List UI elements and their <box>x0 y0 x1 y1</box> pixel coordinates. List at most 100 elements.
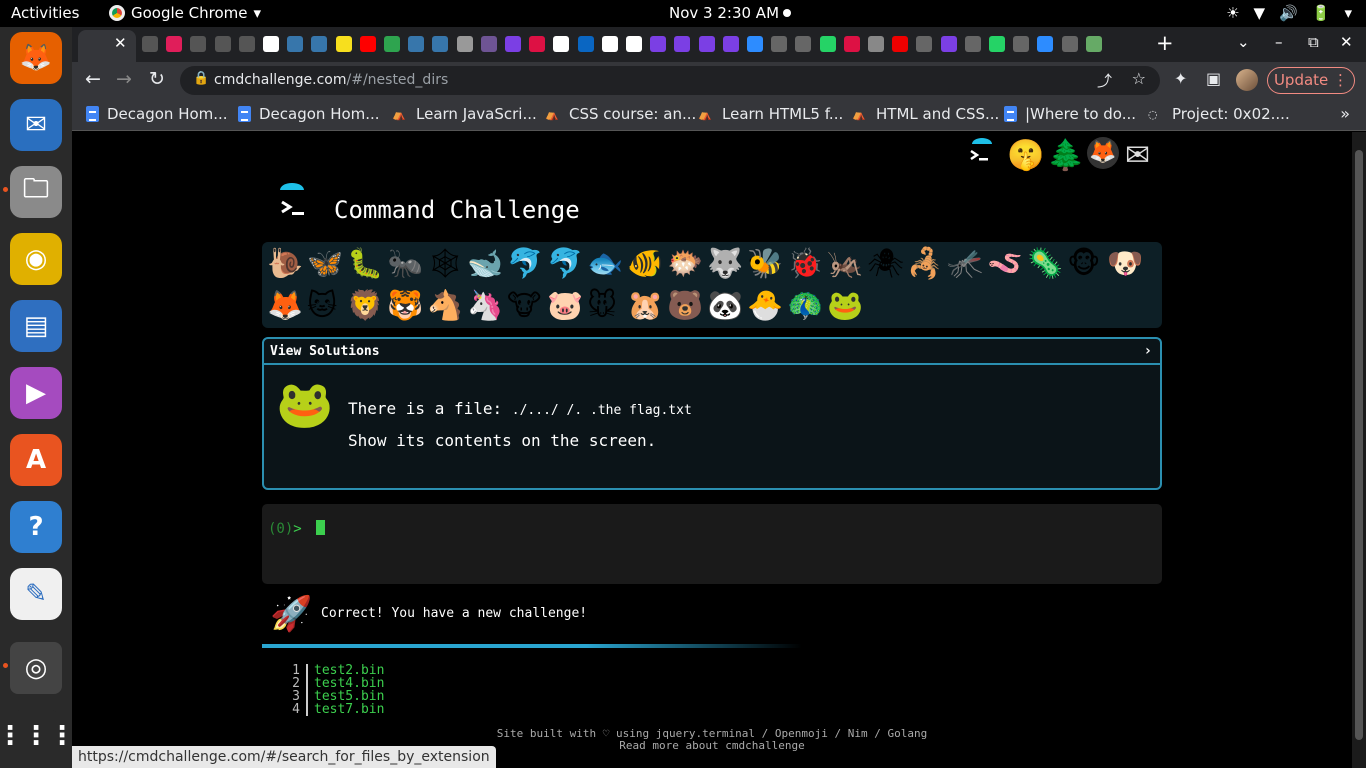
new-tab-button[interactable]: + <box>1156 31 1174 55</box>
challenge-emoji-icon[interactable]: 🦂 <box>907 247 943 279</box>
tab-favicon[interactable] <box>335 36 352 52</box>
tree-icon[interactable]: 🌲 <box>1047 138 1084 173</box>
forward-button[interactable]: → <box>116 68 132 90</box>
bookmark-item[interactable]: Decagon Hom... <box>238 105 380 123</box>
tab-favicon[interactable] <box>843 36 860 52</box>
challenge-emoji-icon[interactable]: 🦁 <box>347 289 383 321</box>
scrollbar[interactable] <box>1352 132 1366 768</box>
gitlab-icon[interactable]: 🦊 <box>1087 137 1119 169</box>
mail-icon[interactable]: ✉ <box>1125 138 1150 173</box>
address-bar[interactable]: 🔒 cmdchallenge.com/#/nested_dirs ⤴ ☆ <box>180 66 1160 95</box>
bookmark-item[interactable]: ⛺ Learn JavaScri... <box>392 105 537 123</box>
lock-icon[interactable]: 🔒 <box>193 71 209 86</box>
tab-favicon[interactable] <box>722 36 739 52</box>
tab-favicon[interactable] <box>1013 36 1030 52</box>
challenge-emoji-icon[interactable]: 🐱 <box>307 289 337 321</box>
dock-app-grid-icon[interactable]: ⋮⋮⋮ <box>0 710 75 762</box>
share-icon[interactable]: ⤴ <box>1097 70 1112 91</box>
tab-favicon[interactable] <box>287 36 304 52</box>
dock-help-icon[interactable]: ? <box>10 501 62 553</box>
read-more-link[interactable]: Read more about cmdchallenge <box>412 740 1012 752</box>
bookmark-item[interactable]: ⛺ Learn HTML5 f... <box>698 105 843 123</box>
dock-thunderbird-icon[interactable]: ✉ <box>10 99 62 151</box>
tab-favicon[interactable] <box>263 36 279 52</box>
tab-favicon[interactable] <box>868 36 884 52</box>
reload-button[interactable]: ↻ <box>149 68 165 90</box>
challenge-emoji-icon[interactable]: 🦚 <box>787 289 823 321</box>
tab-favicon[interactable] <box>819 36 836 52</box>
tab-favicon[interactable] <box>190 36 207 52</box>
tab-favicon[interactable] <box>408 36 425 52</box>
tab-favicon[interactable] <box>480 36 497 52</box>
tab-favicon[interactable] <box>1061 36 1078 52</box>
dock-text-editor-icon[interactable]: ✎ <box>10 568 62 620</box>
tab-favicon[interactable] <box>916 36 933 52</box>
restore-icon[interactable]: ⧉ <box>1308 33 1319 51</box>
terminal-prompt[interactable]: (0)> <box>268 520 326 537</box>
terminal[interactable]: (0)> <box>262 504 1162 584</box>
challenge-emoji-icon[interactable]: 🐜 <box>387 247 423 279</box>
update-button[interactable]: Update ⋮ <box>1267 67 1355 94</box>
challenge-emoji-icon[interactable]: 🐌 <box>267 247 303 279</box>
app-menu[interactable]: Google Chrome ▾ <box>109 4 261 22</box>
challenge-emoji-icon[interactable]: 🕷 <box>867 247 904 279</box>
tab-favicon[interactable] <box>553 36 570 52</box>
challenge-emoji-icon[interactable]: 🐷 <box>547 289 583 321</box>
challenge-emoji-icon[interactable]: 🐛 <box>347 247 383 279</box>
minimize-icon[interactable]: – <box>1275 33 1283 51</box>
close-tab-icon[interactable]: ✕ <box>114 34 127 52</box>
bookmark-item[interactable]: ⛺ HTML and CSS... <box>852 105 999 123</box>
challenge-emoji-icon[interactable]: 🐻 <box>667 289 703 321</box>
challenge-emoji-icon[interactable]: 🐭 <box>587 289 617 321</box>
challenge-emoji-icon[interactable]: 🐣 <box>747 289 783 321</box>
challenge-emoji-icon[interactable]: 🐶 <box>1107 247 1143 279</box>
bookmark-item[interactable]: ⛺ CSS course: an... <box>545 105 696 123</box>
tab-favicon[interactable] <box>384 36 400 52</box>
dock-files-icon[interactable]: 🗀 <box>10 166 62 218</box>
tab-favicon[interactable] <box>795 36 812 52</box>
dock-software-icon[interactable]: A <box>10 434 62 486</box>
scrollbar-thumb[interactable] <box>1355 150 1363 740</box>
tab-favicon[interactable] <box>892 36 909 52</box>
extensions-icon[interactable]: ✦ <box>1174 69 1187 88</box>
activities-button[interactable]: Activities <box>11 4 79 22</box>
challenge-emoji-icon[interactable]: 🪱 <box>987 247 1023 279</box>
tab-favicon[interactable] <box>505 36 521 52</box>
bookmark-item[interactable]: |Where to do... <box>1004 105 1136 123</box>
challenge-emoji-icon[interactable]: 🐋 <box>467 247 503 279</box>
tab-favicon[interactable] <box>529 36 546 52</box>
challenge-emoji-icon[interactable]: 🐺 <box>707 247 743 279</box>
view-solutions-toggle[interactable]: View Solutions › <box>264 339 1160 365</box>
tab-favicon[interactable] <box>771 36 788 52</box>
dock-videos-icon[interactable]: ▶ <box>10 367 62 419</box>
challenge-emoji-icon[interactable]: 🐴 <box>427 289 463 321</box>
tab-favicon[interactable] <box>311 36 328 52</box>
challenge-emoji-icon[interactable]: 🐼 <box>707 289 743 321</box>
tab-favicon[interactable] <box>142 36 158 52</box>
tab-favicon[interactable] <box>359 36 376 52</box>
challenge-emoji-icon[interactable]: 🦋 <box>307 247 343 279</box>
challenge-emoji-icon[interactable]: 🐯 <box>387 289 423 321</box>
dock-chrome-icon[interactable]: ◎ <box>10 642 62 694</box>
tab-favicon[interactable] <box>166 36 183 52</box>
tab-favicon[interactable] <box>626 36 642 52</box>
challenge-emoji-icon[interactable]: 🐮 <box>507 289 541 321</box>
clock[interactable]: Nov 3 2:30 AM <box>669 4 779 22</box>
tab-favicon[interactable] <box>1085 36 1102 52</box>
tab-favicon[interactable] <box>989 36 1005 52</box>
challenge-emoji-icon[interactable]: 🦟 <box>947 247 983 279</box>
shushing-face-icon[interactable]: 🤫 <box>1007 138 1044 173</box>
challenge-emoji-icon[interactable]: 🐸 <box>827 289 863 321</box>
dock-writer-icon[interactable]: ▤ <box>10 300 62 352</box>
url-text[interactable]: cmdchallenge.com/#/nested_dirs <box>214 72 448 88</box>
tab-favicon[interactable] <box>577 36 594 52</box>
challenge-emoji-icon[interactable]: 🦄 <box>467 289 503 321</box>
dock-rhythmbox-icon[interactable]: ◉ <box>10 233 62 285</box>
tab-search-icon[interactable]: ⌄ <box>1237 33 1250 51</box>
side-panel-icon[interactable]: ▣ <box>1206 69 1221 88</box>
challenge-emoji-icon[interactable]: 🦗 <box>827 247 863 279</box>
terminal-logo-icon[interactable] <box>967 138 997 176</box>
challenge-emoji-icon[interactable]: 🐞 <box>787 247 823 279</box>
bookmark-item[interactable]: ◌ Project: 0x02.... <box>1148 105 1290 123</box>
system-tray[interactable]: ☀ ▼ 🔊 🔋 ▾ <box>1226 4 1352 22</box>
